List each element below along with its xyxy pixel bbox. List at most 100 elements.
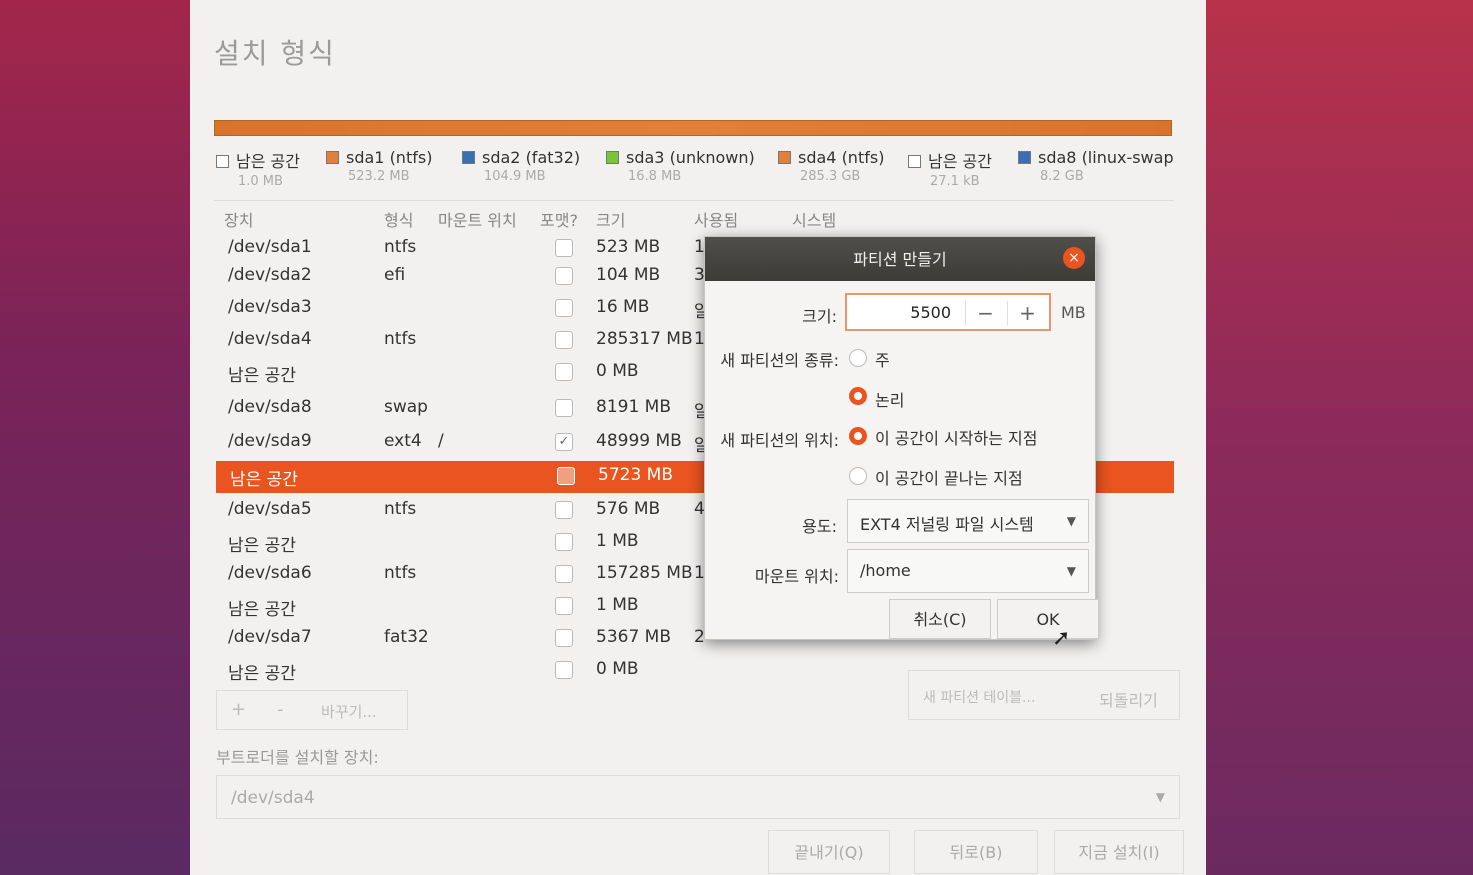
legend-size: 104.9 MB <box>484 169 546 184</box>
header-device[interactable]: 장치 <box>224 207 253 231</box>
cell-device: /dev/sda5 <box>228 499 312 519</box>
size-label: 크기: <box>802 307 837 326</box>
window-title: 설치 형식 <box>214 37 336 70</box>
location-end-radio[interactable] <box>849 467 867 485</box>
partition-type-label: 새 파티션의 종류: <box>720 351 839 370</box>
size-unit: MB <box>1061 303 1086 322</box>
cell-size: 5723 MB <box>598 465 673 485</box>
ok-button[interactable]: OK <box>997 599 1099 639</box>
cell-size: 104 MB <box>596 265 661 285</box>
legend-item: sda3 (unknown) 16.8 MB <box>606 148 755 184</box>
format-checkbox[interactable] <box>557 467 575 485</box>
legend-label: sda8 (linux-swap <box>1038 148 1174 167</box>
primary-radio[interactable] <box>849 349 867 367</box>
legend-item: sda8 (linux-swap 8.2 GB <box>1018 148 1174 184</box>
location-begin-radio[interactable] <box>849 427 867 445</box>
cancel-button[interactable]: 취소(C) <box>889 599 991 639</box>
chevron-down-icon: ▼ <box>1155 790 1165 804</box>
format-checkbox[interactable] <box>555 565 573 583</box>
use-as-select[interactable]: EXT4 저널링 파일 시스템 ▼ <box>847 499 1089 543</box>
legend-size: 285.3 GB <box>800 169 861 184</box>
table-action-bar: + - 바꾸기... <box>216 690 408 730</box>
cell-size: 1 MB <box>596 531 639 551</box>
new-partition-table-button[interactable]: 새 파티션 테이블... <box>923 687 1035 707</box>
mouse-pointer-icon: ➚ <box>1052 626 1071 651</box>
cell-mount: / <box>438 431 444 451</box>
format-checkbox-checked[interactable]: ✓ <box>555 433 573 451</box>
cell-type: ntfs <box>384 499 417 519</box>
cell-device: /dev/sda2 <box>228 265 312 285</box>
cell-type: efi <box>384 265 406 285</box>
header-mount[interactable]: 마운트 위치 <box>438 207 517 231</box>
format-checkbox[interactable] <box>555 363 573 381</box>
add-partition-button[interactable]: + <box>231 699 246 720</box>
back-button[interactable]: 뒤로(B) <box>914 830 1038 874</box>
legend-item: 남은 공간 1.0 MB <box>216 148 300 189</box>
change-partition-button[interactable]: 바꾸기... <box>321 701 377 722</box>
header-format[interactable]: 포맷? <box>540 207 578 231</box>
logical-radio-label: 논리 <box>875 391 905 410</box>
partition-legend: 남은 공간 1.0 MB sda1 (ntfs) 523.2 MB sda2 (… <box>214 148 1174 193</box>
legend-swatch <box>326 151 339 164</box>
install-now-button[interactable]: 지금 설치(I) <box>1054 830 1184 874</box>
mount-point-label: 마운트 위치: <box>754 567 839 586</box>
format-checkbox[interactable] <box>555 501 573 519</box>
cell-device: 남은 공간 <box>228 600 296 620</box>
cell-size: 1 MB <box>596 595 639 615</box>
legend-swatch <box>778 151 791 164</box>
cell-size: 285317 MB <box>596 329 693 349</box>
bootloader-device-select[interactable]: /dev/sda4 ▼ <box>216 775 1180 819</box>
logical-radio[interactable] <box>849 387 867 405</box>
quit-button[interactable]: 끝내기(Q) <box>768 830 890 874</box>
cell-device: /dev/sda9 <box>228 431 312 451</box>
format-checkbox[interactable] <box>555 533 573 551</box>
cell-size: 0 MB <box>596 659 639 679</box>
format-checkbox[interactable] <box>555 661 573 679</box>
cell-size: 0 MB <box>596 361 639 381</box>
format-checkbox[interactable] <box>555 267 573 285</box>
chevron-down-icon: ▼ <box>1066 514 1076 528</box>
format-checkbox[interactable] <box>555 597 573 615</box>
legend-size: 16.8 MB <box>628 169 682 184</box>
use-as-label: 용도: <box>802 517 837 536</box>
format-checkbox[interactable] <box>555 239 573 257</box>
remove-partition-button[interactable]: - <box>277 699 284 720</box>
format-checkbox[interactable] <box>555 629 573 647</box>
location-end-label: 이 공간이 끝나는 지점 <box>875 469 1023 488</box>
legend-label: 남은 공간 <box>928 152 992 171</box>
cell-type: ntfs <box>384 237 417 257</box>
header-size[interactable]: 크기 <box>596 207 625 231</box>
header-system[interactable]: 시스템 <box>792 207 836 231</box>
format-checkbox[interactable] <box>555 331 573 349</box>
cell-size: 5367 MB <box>596 627 671 647</box>
legend-item: sda4 (ntfs) 285.3 GB <box>778 148 884 184</box>
close-icon[interactable]: × <box>1063 247 1085 269</box>
cell-device: 남은 공간 <box>228 366 296 386</box>
decrement-button[interactable]: − <box>965 301 1005 325</box>
cell-size: 576 MB <box>596 499 661 519</box>
format-checkbox[interactable] <box>555 299 573 317</box>
cell-size: 8191 MB <box>596 397 671 417</box>
legend-swatch <box>606 151 619 164</box>
legend-swatch <box>908 155 921 168</box>
desktop-background-right <box>1183 0 1473 875</box>
increment-button[interactable]: + <box>1007 301 1047 325</box>
primary-radio-label: 주 <box>875 351 890 370</box>
bootloader-label: 부트로더를 설치할 장치: <box>216 748 379 767</box>
format-checkbox[interactable] <box>555 399 573 417</box>
revert-button[interactable]: 되돌리기 <box>1099 687 1158 711</box>
cell-type: ext4 <box>384 431 422 451</box>
legend-label: 남은 공간 <box>236 152 300 171</box>
legend-swatch <box>216 155 229 168</box>
size-stepper[interactable]: 5500 − + <box>845 293 1051 331</box>
size-input[interactable]: 5500 <box>910 303 951 322</box>
legend-size: 523.2 MB <box>348 169 410 184</box>
header-type[interactable]: 형식 <box>384 207 413 231</box>
mount-point-value[interactable]: /home <box>860 561 911 580</box>
cell-type: ntfs <box>384 563 417 583</box>
mount-point-select[interactable]: /home ▼ <box>847 549 1089 593</box>
cell-device: /dev/sda6 <box>228 563 312 583</box>
cell-size: 16 MB <box>596 297 650 317</box>
header-used[interactable]: 사용됨 <box>694 207 738 231</box>
legend-label: sda3 (unknown) <box>626 148 755 167</box>
